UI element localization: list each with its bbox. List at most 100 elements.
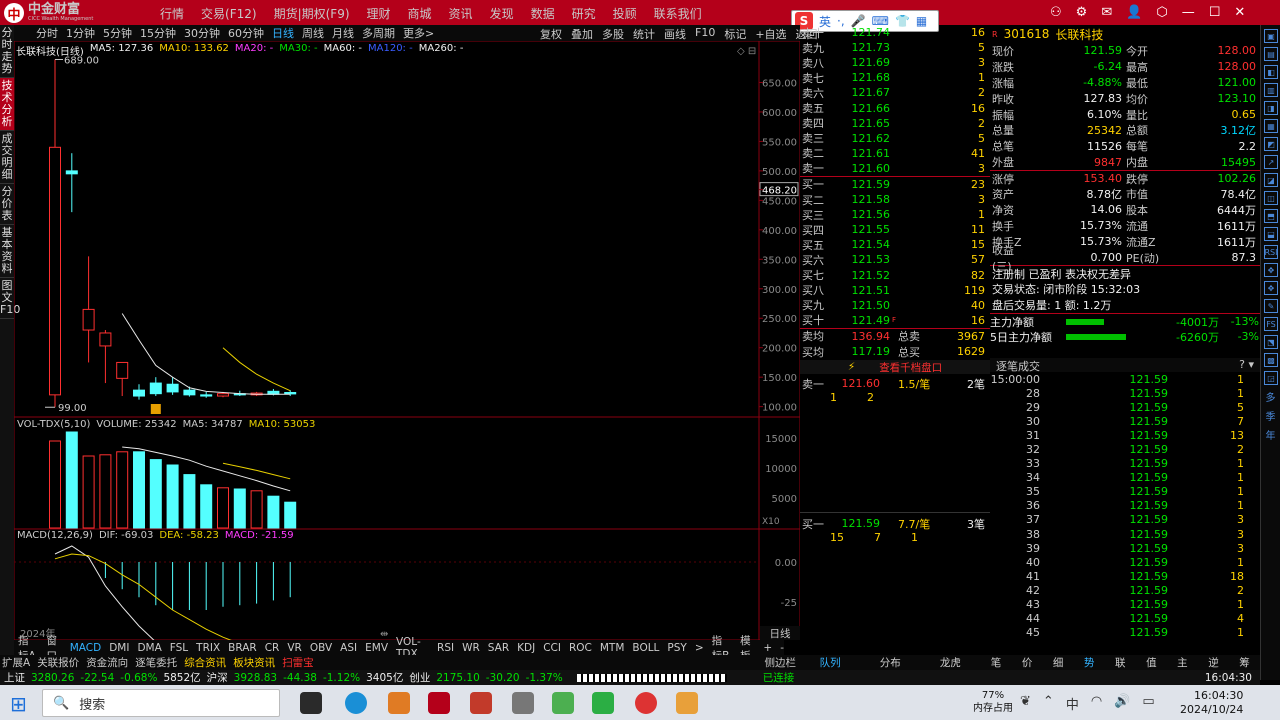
menu-item[interactable]: 行情	[160, 5, 184, 22]
trades-list[interactable]: 15:00:00 121.59 1 28 121.59 1 29 121.59 5 30 121.5…	[990, 372, 1258, 640]
indicator-tab[interactable]: >	[695, 642, 704, 654]
indicator-tab[interactable]: TRIX	[196, 642, 220, 654]
view-thousand-label[interactable]: 查看千档盘口	[879, 360, 942, 375]
stock-app-icon[interactable]	[470, 692, 492, 714]
user-icon[interactable]: 👤	[1126, 5, 1142, 20]
bottom-tab-right[interactable]: 联	[1105, 655, 1136, 670]
close-icon[interactable]: ✕	[1234, 5, 1245, 20]
indicator-tab[interactable]: KDJ	[517, 642, 535, 654]
memory-widget[interactable]: 77% 内存占用	[973, 689, 1013, 715]
toolbar-icon[interactable]: ◩	[1264, 137, 1278, 151]
toolbar-icon[interactable]: ▦	[1264, 119, 1278, 133]
help-icon[interactable]: ? ▾	[1239, 358, 1254, 372]
bottom-tab[interactable]: 板块资讯	[233, 655, 275, 670]
toolbar-icon[interactable]: ✎	[1264, 299, 1278, 313]
bottom-tab-right[interactable]: 队列	[800, 655, 860, 670]
toolbar-icon[interactable]: ✥	[1264, 281, 1278, 295]
chart-tool-button[interactable]: 统计	[633, 26, 655, 42]
indicator-tab[interactable]: WR	[462, 642, 480, 654]
tray-leaf-icon[interactable]: ❦	[1020, 694, 1031, 713]
bottom-tab[interactable]: 资金流向	[86, 655, 128, 670]
toolbar-text-icon[interactable]: 季	[1261, 408, 1280, 423]
menu-item[interactable]: 发现	[490, 5, 514, 22]
toolbar-icon[interactable]: ◲	[1264, 371, 1278, 385]
windows-start-icon[interactable]: ⊞	[10, 692, 27, 716]
toolbar-icon[interactable]: ⬔	[1264, 335, 1278, 349]
left-tab[interactable]: 分价表	[0, 184, 14, 225]
tray-chevron-icon[interactable]: ⌃	[1043, 694, 1054, 713]
chart-tool-button[interactable]: 复权	[540, 26, 562, 42]
bottom-tab-right[interactable]: 笔	[981, 655, 1012, 670]
toolbar-icon[interactable]: ▤	[1264, 47, 1278, 61]
kline-chart[interactable]: 650.00 600.00 550.00 500.00 468.20450.00 400.…	[14, 41, 800, 640]
taskbar-clock[interactable]: 16:04:30 2024/10/24	[1180, 689, 1243, 717]
axis-period-tab[interactable]: 日线	[760, 626, 800, 640]
indicator-tab[interactable]: RSI	[437, 642, 454, 654]
app3-icon[interactable]	[635, 692, 657, 714]
scroll-handle-icon[interactable]: ⇹	[380, 629, 388, 640]
wechat-icon[interactable]	[592, 692, 614, 714]
indicator-tab[interactable]: BOLL	[632, 642, 659, 654]
bottom-tab[interactable]: 扩展A	[2, 655, 30, 670]
maximize-icon[interactable]: ☐	[1209, 5, 1221, 20]
battery-icon[interactable]: ▭	[1142, 694, 1154, 713]
bottom-tab-right[interactable]: 筹	[1229, 655, 1260, 670]
minimize-icon[interactable]: —	[1182, 5, 1195, 20]
indicator-tab[interactable]: CR	[265, 642, 280, 654]
toolbar-icon[interactable]: FS	[1264, 317, 1278, 331]
period-tab[interactable]: 周线	[302, 25, 324, 41]
book-row[interactable]: 买七 121.52 82	[800, 268, 990, 283]
bottom-tab-right[interactable]: 细	[1043, 655, 1074, 670]
menu-item[interactable]: 投顾	[613, 5, 637, 22]
toolbar-icon[interactable]: ◫	[1264, 191, 1278, 205]
bottom-tab-right[interactable]: 势	[1074, 655, 1105, 670]
book-row[interactable]: 卖四 121.65 2	[800, 116, 990, 131]
book-row[interactable]: 买一 121.59 23	[800, 177, 990, 192]
view-thousand-link[interactable]: ⚡ 查看千档盘口	[800, 360, 990, 375]
bottom-tab-right[interactable]: 龙虎	[920, 655, 980, 670]
calculator-icon[interactable]	[512, 692, 534, 714]
toolbar-icon[interactable]: ◧	[1264, 65, 1278, 79]
book-row[interactable]: 买八 121.51 119	[800, 283, 990, 298]
book-row[interactable]: 卖三 121.62 5	[800, 131, 990, 146]
book-row[interactable]: 买二 121.58 3	[800, 192, 990, 207]
bottom-tab-right[interactable]: 主	[1167, 655, 1198, 670]
period-tab[interactable]: 日线	[272, 25, 294, 41]
indicator-tab[interactable]: CCI	[543, 642, 561, 654]
period-tab[interactable]: 30分钟	[184, 25, 220, 41]
edge-icon[interactable]	[345, 692, 367, 714]
toolbar-icon[interactable]: ▣	[1264, 29, 1278, 43]
toolbar-icon[interactable]: ◪	[1264, 173, 1278, 187]
indicator-tab[interactable]: DMA	[137, 642, 161, 654]
bottom-tab-right[interactable]: 逆	[1198, 655, 1229, 670]
toolbar-icon[interactable]: RSI	[1264, 245, 1278, 259]
period-tab[interactable]: 更多>	[403, 25, 434, 41]
tray-ime-icon[interactable]: 中	[1066, 694, 1079, 713]
bottom-tab[interactable]: 综合资讯	[184, 655, 226, 670]
tshirt-icon[interactable]: ⚇	[1050, 5, 1062, 20]
menu-item[interactable]: 交易(F12)	[201, 5, 257, 22]
sidebar-toggle[interactable]: 侧边栏	[765, 655, 797, 670]
left-tab[interactable]: 分时走势	[0, 25, 14, 78]
toolbar-icon[interactable]: ✥	[1264, 263, 1278, 277]
task-view-icon[interactable]	[300, 692, 322, 714]
menu-item[interactable]: 商城	[408, 5, 432, 22]
menu-item[interactable]: 数据	[531, 5, 555, 22]
indicator-tab[interactable]: SAR	[488, 642, 509, 654]
book-row[interactable]: 卖十 121.74 16	[800, 25, 990, 40]
left-tab[interactable]: 技术分析	[0, 78, 14, 131]
app1-icon[interactable]	[388, 692, 410, 714]
bottom-tab[interactable]: 逐笔委托	[135, 655, 177, 670]
menu-item[interactable]: 研究	[572, 5, 596, 22]
bottom-tab-right[interactable]: 分布	[860, 655, 920, 670]
app2-icon[interactable]	[552, 692, 574, 714]
indicator-tab[interactable]: -	[780, 642, 784, 654]
indicator-tab[interactable]: OBV	[310, 642, 332, 654]
book-row[interactable]: 卖九 121.73 5	[800, 40, 990, 55]
volume-icon[interactable]: 🔊	[1114, 694, 1130, 713]
period-tab[interactable]: 多周期	[362, 25, 395, 41]
bottom-tab-right[interactable]: 值	[1136, 655, 1167, 670]
mail-icon[interactable]: ✉	[1101, 5, 1112, 20]
menu-item[interactable]: 理财	[367, 5, 391, 22]
wifi-icon[interactable]: ◠	[1091, 694, 1102, 713]
